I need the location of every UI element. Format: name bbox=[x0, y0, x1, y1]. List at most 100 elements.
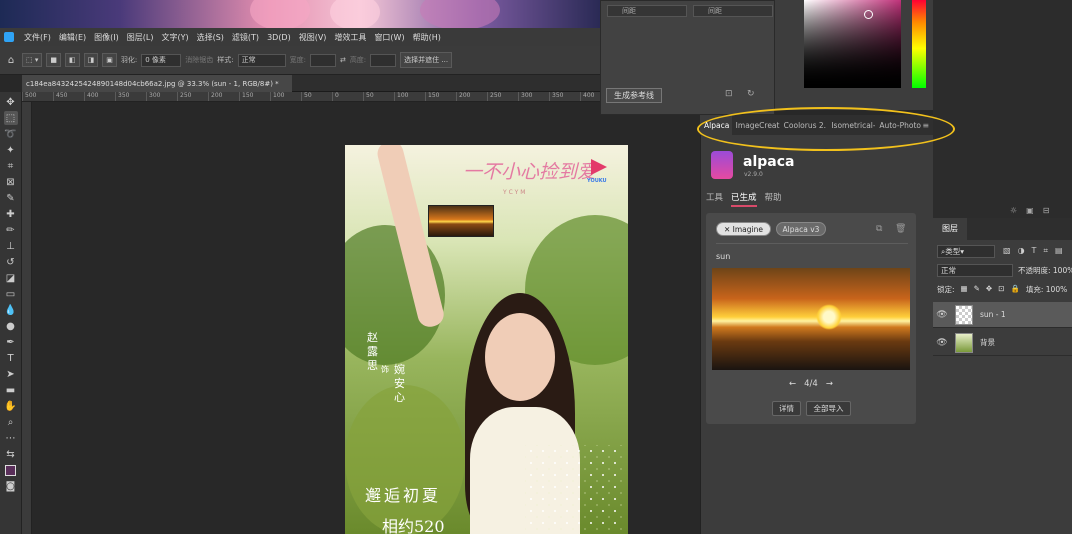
magic-wand-tool-icon[interactable]: ✦ bbox=[4, 143, 18, 157]
collapse-icon[interactable]: ⊟ bbox=[1043, 206, 1050, 215]
import-all-button[interactable]: 全部导入 bbox=[806, 401, 851, 416]
layer-kind-filter[interactable]: ⌕ 类型 ▾ bbox=[937, 245, 995, 258]
intersect-selection-icon[interactable]: ▣ bbox=[102, 53, 117, 67]
pen-tool-icon[interactable]: ✒ bbox=[4, 335, 18, 349]
menu-window[interactable]: 窗口(W) bbox=[370, 32, 408, 43]
trash-icon[interactable]: 🗑 bbox=[895, 224, 906, 234]
visibility-eye-icon[interactable]: 👁 bbox=[933, 310, 951, 320]
add-selection-icon[interactable]: ◧ bbox=[64, 53, 80, 67]
opacity-field[interactable]: 不透明度: 100% bbox=[1018, 265, 1072, 276]
swap-icon[interactable]: ⇄ bbox=[340, 56, 346, 64]
lock-transparent-icon[interactable]: ▦ bbox=[961, 284, 968, 295]
menu-select[interactable]: 选择(S) bbox=[193, 32, 228, 43]
shape-filter-icon[interactable]: ⌗ bbox=[1043, 246, 1048, 256]
lock-all-icon[interactable]: 🔒 bbox=[1011, 284, 1020, 295]
spacing-after-field[interactable]: 间距 bbox=[693, 5, 773, 17]
blend-mode-select[interactable]: 正常 bbox=[937, 264, 1013, 277]
nav-help[interactable]: 帮助 bbox=[765, 191, 782, 207]
color-swatches-icon[interactable] bbox=[4, 463, 18, 477]
path-select-icon[interactable]: ➤ bbox=[4, 367, 18, 381]
card-divider bbox=[716, 243, 908, 244]
fill-field[interactable]: 填充: 100% bbox=[1026, 284, 1067, 295]
lasso-tool-icon[interactable]: ➰ bbox=[4, 127, 18, 141]
color-picker-cursor[interactable] bbox=[864, 10, 873, 19]
select-and-mask-button[interactable]: 选择并遮住 ... bbox=[400, 52, 453, 68]
feather-input[interactable]: 0 像素 bbox=[141, 53, 182, 67]
menu-layer[interactable]: 图层(L) bbox=[123, 32, 158, 43]
lock-move-icon[interactable]: ✥ bbox=[986, 284, 992, 295]
gradient-tool-icon[interactable]: ▭ bbox=[4, 287, 18, 301]
tab-layers[interactable]: 图层 bbox=[933, 218, 967, 240]
refresh-icon[interactable]: ↻ bbox=[747, 89, 755, 99]
layer-row-sun[interactable]: 👁 sun - 1 bbox=[933, 302, 1072, 328]
adjust-filter-icon[interactable]: ◑ bbox=[1018, 246, 1025, 256]
shape-tool-icon[interactable]: ▬ bbox=[4, 383, 18, 397]
brightness-icon[interactable]: ☼ bbox=[1010, 206, 1017, 215]
menu-image[interactable]: 图像(I) bbox=[90, 32, 123, 43]
height-input[interactable] bbox=[370, 53, 397, 67]
menu-type[interactable]: 文字(Y) bbox=[157, 32, 192, 43]
lock-artboard-icon[interactable]: ⊡ bbox=[998, 284, 1004, 295]
frame-tool-icon[interactable]: ⊠ bbox=[4, 175, 18, 189]
nav-tools[interactable]: 工具 bbox=[706, 191, 723, 207]
lock-paint-icon[interactable]: ✎ bbox=[974, 284, 980, 295]
blur-tool-icon[interactable]: 💧 bbox=[4, 303, 18, 317]
next-arrow-icon[interactable]: → bbox=[826, 379, 833, 389]
eraser-tool-icon[interactable]: ◪ bbox=[4, 271, 18, 285]
generated-sunset-image[interactable] bbox=[712, 268, 910, 370]
antialias-checkbox[interactable]: 消除锯齿 bbox=[185, 55, 213, 65]
ruler-mark: 250 bbox=[177, 92, 208, 101]
prev-arrow-icon[interactable]: ← bbox=[789, 379, 796, 389]
type-tool-icon[interactable]: T bbox=[4, 351, 18, 365]
details-button[interactable]: 详情 bbox=[772, 401, 801, 416]
color-saturation-field[interactable] bbox=[804, 0, 901, 88]
move-tool-icon[interactable]: ✥ bbox=[4, 95, 18, 109]
smart-filter-icon[interactable]: ▤ bbox=[1055, 246, 1063, 256]
brush-tool-icon[interactable]: ✏ bbox=[4, 223, 18, 237]
zoom-tool-icon[interactable]: ⌕ bbox=[4, 415, 18, 429]
menu-plugins[interactable]: 增效工具 bbox=[330, 32, 370, 43]
marquee-preset-button[interactable]: ⬚ ▾ bbox=[22, 53, 43, 67]
eyedropper-tool-icon[interactable]: ✎ bbox=[4, 191, 18, 205]
copy-icon[interactable]: ⧉ bbox=[876, 224, 882, 234]
pixel-filter-icon[interactable]: ▧ bbox=[1003, 246, 1011, 256]
generate-guides-button[interactable]: 生成参考线 bbox=[606, 88, 662, 103]
imagine-chip[interactable]: ✕ Imagine bbox=[716, 222, 771, 236]
menu-edit[interactable]: 编辑(E) bbox=[55, 32, 90, 43]
sun-layer-on-canvas[interactable] bbox=[428, 205, 494, 237]
layer-row-background[interactable]: 👁 背景 bbox=[933, 330, 1072, 356]
document-tab[interactable]: c184ea8432425424890148d04cb66a2.jpg @ 33… bbox=[22, 75, 292, 92]
spacing-before-field[interactable]: 间距 bbox=[607, 5, 687, 17]
swap-colors-icon[interactable]: ⇆ bbox=[4, 447, 18, 461]
new-selection-icon[interactable]: ■ bbox=[46, 53, 61, 67]
youku-brand: YOUKU bbox=[587, 178, 607, 184]
hue-slider[interactable] bbox=[912, 0, 926, 88]
panel-icon[interactable]: ▣ bbox=[1026, 206, 1034, 215]
options-bar: ⌂ ⬚ ▾ ■ ◧ ◨ ▣ 羽化: 0 像素 消除锯齿 样式: 正常 宽度: ⇄… bbox=[0, 46, 600, 75]
marquee-tool-icon[interactable]: ⬚ bbox=[3, 111, 18, 125]
style-label: 样式: bbox=[217, 56, 234, 64]
menu-3d[interactable]: 3D(D) bbox=[263, 33, 295, 42]
model-chip[interactable]: Alpaca v3 bbox=[776, 222, 826, 236]
healing-tool-icon[interactable]: ✚ bbox=[4, 207, 18, 221]
subtract-selection-icon[interactable]: ◨ bbox=[83, 53, 99, 67]
menu-file[interactable]: 文件(F) bbox=[20, 32, 55, 43]
menu-filter[interactable]: 滤镜(T) bbox=[228, 32, 263, 43]
style-select[interactable]: 正常 bbox=[237, 53, 286, 67]
nav-generated[interactable]: 已生成 bbox=[731, 191, 757, 207]
visibility-eye-icon[interactable]: 👁 bbox=[933, 338, 951, 348]
hand-tool-icon[interactable]: ✋ bbox=[4, 399, 18, 413]
menu-help[interactable]: 帮助(H) bbox=[409, 32, 445, 43]
canvas-poster-image[interactable]: 一不小心捡到爱 Y C Y M YOUKU 赵露思 饰 婉安心 邂逅初夏 相约5… bbox=[345, 145, 628, 534]
menu-view[interactable]: 视图(V) bbox=[295, 32, 331, 43]
type-filter-icon[interactable]: T bbox=[1032, 246, 1037, 256]
crop-tool-icon[interactable]: ⌗ bbox=[4, 159, 18, 173]
stamp-tool-icon[interactable]: ⊥ bbox=[4, 239, 18, 253]
more-tools-icon[interactable]: ⋯ bbox=[4, 431, 18, 445]
save-icon[interactable]: ⊡ bbox=[725, 89, 733, 99]
dodge-tool-icon[interactable]: ● bbox=[4, 319, 18, 333]
quick-mask-icon[interactable]: ◙ bbox=[4, 479, 18, 493]
history-brush-icon[interactable]: ↺ bbox=[4, 255, 18, 269]
home-icon[interactable]: ⌂ bbox=[4, 53, 18, 67]
width-input[interactable] bbox=[309, 53, 336, 67]
